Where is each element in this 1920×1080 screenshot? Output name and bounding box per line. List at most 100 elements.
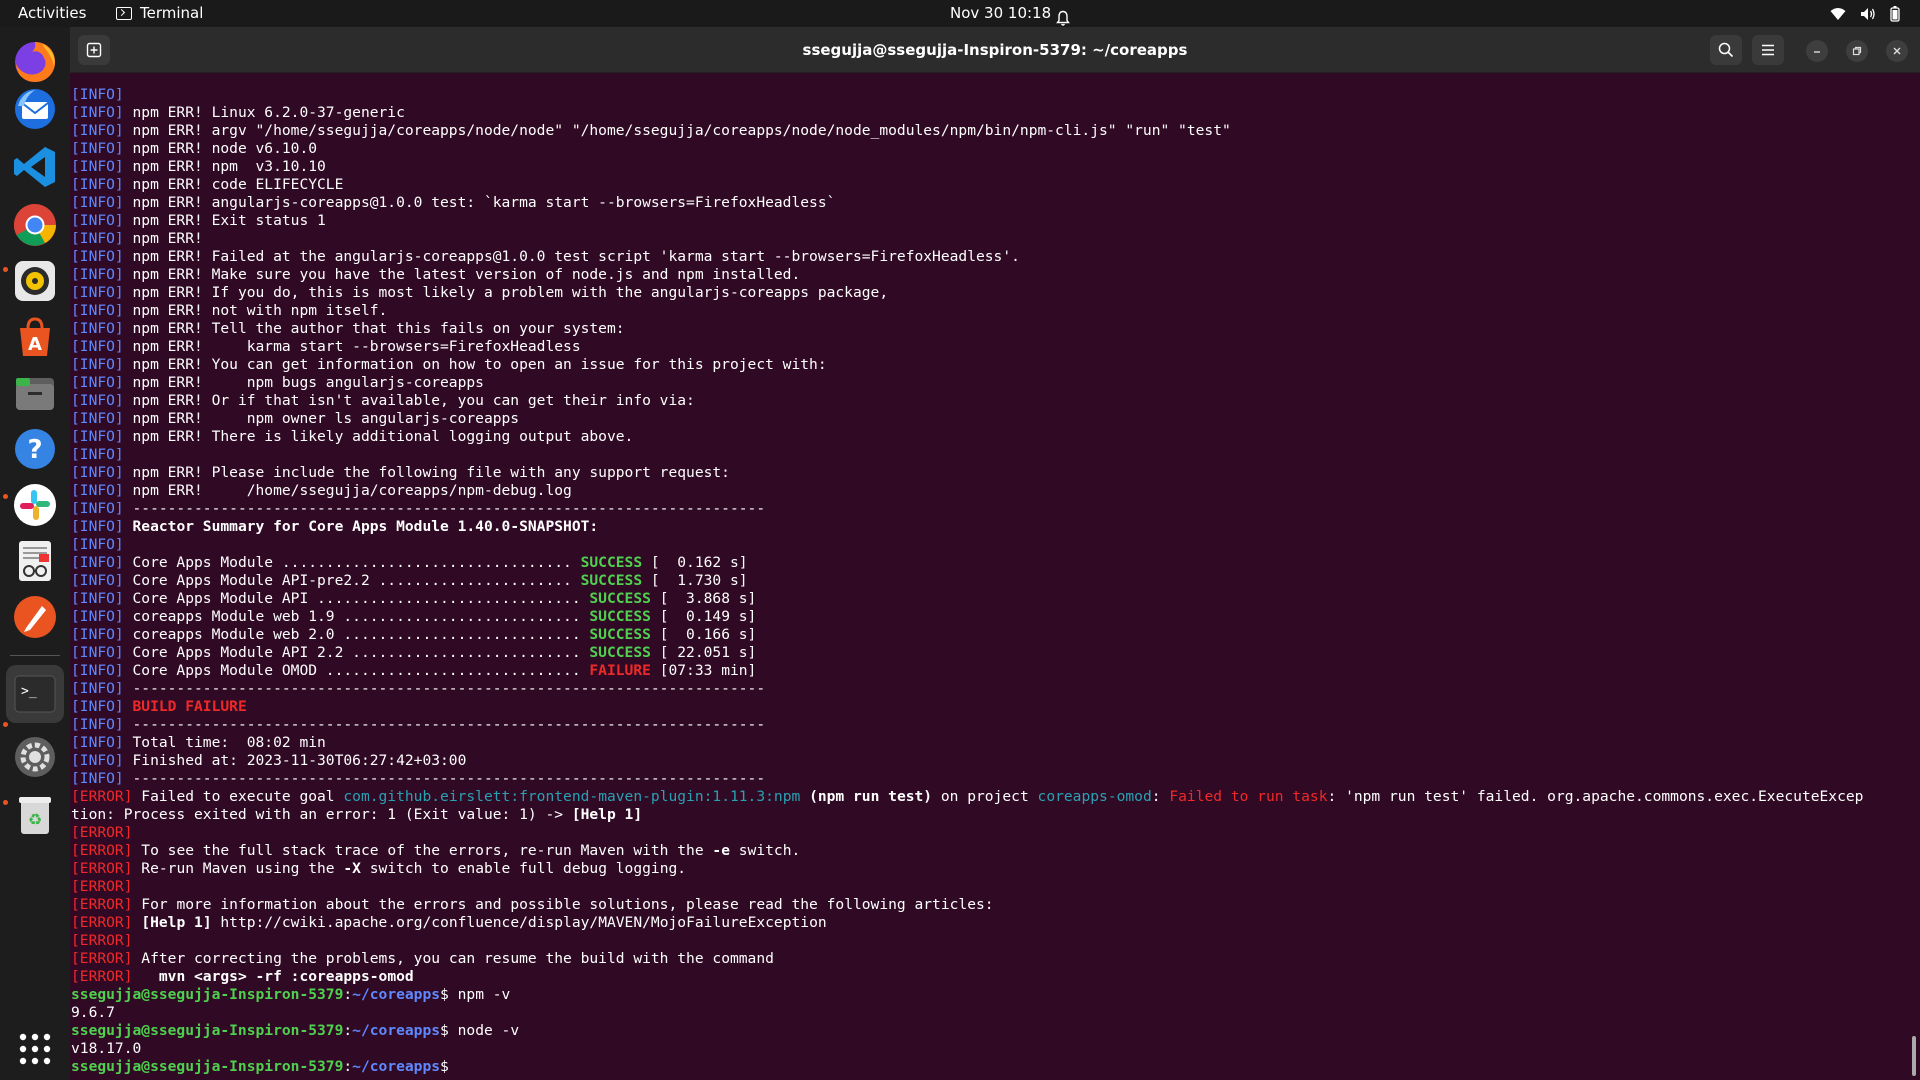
terminal-text-segment: [ERROR] (71, 824, 133, 841)
firefox-icon[interactable] (11, 37, 59, 85)
terminal-line: tion: Process exited with an error: 1 (E… (71, 806, 642, 824)
terminal-text-segment: [INFO] (71, 446, 124, 463)
terminal-text-segment: Re-run Maven using the (132, 860, 344, 877)
inkscape-icon[interactable] (11, 593, 59, 641)
terminal-text-segment: To see the full stack trace of the error… (132, 842, 713, 859)
restore-button[interactable] (1846, 40, 1868, 62)
terminal-icon[interactable]: >_ (6, 665, 64, 723)
wifi-icon (1830, 7, 1846, 20)
terminal-line: [INFO] Core Apps Module API-pre2.2 .....… (71, 572, 748, 590)
terminal-text-segment: [INFO] (71, 86, 124, 103)
files-icon[interactable] (11, 369, 59, 417)
terminal-text-segment: Core Apps Module .......................… (123, 554, 581, 571)
terminal-text-segment: ----------------------------------------… (123, 770, 766, 787)
terminal-text-segment: [INFO] (71, 356, 124, 373)
terminal-text-segment: [Help 1] (141, 914, 212, 931)
terminal-line: [INFO] npm ERR! You can get information … (71, 356, 827, 374)
rhythmbox-icon[interactable] (11, 257, 59, 305)
terminal-text-segment: npm ERR! Exit status 1 (123, 212, 326, 229)
terminal-text-segment: npm ERR! Make sure you have the latest v… (123, 266, 801, 283)
thunderbird-icon[interactable] (11, 85, 59, 133)
terminal-text-segment: npm ERR! angularjs-coreapps@1.0.0 test: … (123, 194, 836, 211)
terminal-text-segment: npm ERR! /home/ssegujja/coreapps/npm-deb… (123, 482, 572, 499)
terminal-text-segment: [ERROR] (71, 932, 133, 949)
terminal-text-segment: Failed to run task (1169, 788, 1328, 805)
chrome-icon[interactable] (11, 201, 59, 249)
terminal-line: [INFO] npm ERR! Failed at the angularjs-… (71, 248, 1020, 266)
terminal-text-segment: switch. (729, 842, 801, 859)
terminal-line: [ERROR] mvn <args> -rf :coreapps-omod (71, 968, 414, 986)
terminal-line: [INFO] npm ERR! (71, 230, 203, 248)
terminal-text-segment: [INFO] (71, 248, 124, 265)
terminal-text-segment: [ 0.162 s] (642, 554, 748, 571)
terminal-text-segment: -X (343, 860, 361, 877)
show-apps-icon[interactable] (11, 1025, 59, 1073)
terminal-text-segment: SUCCESS (589, 608, 651, 625)
terminal-text-segment: npm ERR! There is likely additional logg… (123, 428, 634, 445)
app-center-icon[interactable]: A (11, 313, 59, 361)
terminal-line: [ERROR] To see the full stack trace of t… (71, 842, 800, 860)
terminal-text-segment: ----------------------------------------… (123, 716, 766, 733)
terminal-line: [INFO] npm ERR! node v6.10.0 (71, 140, 317, 158)
terminal-line: [INFO] Finished at: 2023-11-30T06:27:42+… (71, 752, 466, 770)
terminal-text-segment: [ 1.730 s] (642, 572, 748, 589)
terminal-text-segment: [INFO] (71, 644, 124, 661)
terminal-line: [INFO] Core Apps Module API ............… (71, 590, 756, 608)
help-icon[interactable]: ? (11, 425, 59, 473)
terminal-text-segment: [INFO] (71, 194, 124, 211)
terminal-text-segment: npm ERR! Failed at the angularjs-coreapp… (123, 248, 1020, 265)
terminal-line: [INFO] npm ERR! Or if that isn't availab… (71, 392, 695, 410)
terminal-line: v18.17.0 (71, 1040, 141, 1058)
terminal-text-segment: [INFO] (71, 212, 124, 229)
terminal-text-segment: on project (932, 788, 1038, 805)
scrollbar[interactable] (1912, 1036, 1916, 1076)
activities-button[interactable]: Activities (18, 0, 86, 27)
terminal-text-segment: [INFO] (71, 122, 124, 139)
terminal-text-segment: Total time: 08:02 min (123, 734, 326, 751)
terminal-text-segment: Finished at: 2023-11-30T06:27:42+03:00 (123, 752, 467, 769)
terminal-text-segment: coreapps Module web 1.9 ................… (123, 608, 590, 625)
terminal-text-segment: [INFO] (71, 590, 124, 607)
terminal-text-segment: Core Apps Module API 2.2 ...............… (123, 644, 590, 661)
terminal-text-segment: (npm run test) (809, 788, 933, 805)
terminal-text-segment: [INFO] (71, 698, 124, 715)
settings-icon[interactable] (11, 733, 59, 781)
app-menu[interactable]: Terminal (116, 0, 203, 27)
terminal-text-segment: $ (440, 1058, 458, 1075)
header-bar[interactable]: ssegujja@ssegujja-Inspiron-5379: ~/corea… (70, 27, 1920, 73)
document-viewer-icon[interactable] (11, 537, 59, 585)
close-button[interactable] (1886, 40, 1908, 62)
terminal-line: [INFO] ---------------------------------… (71, 716, 765, 734)
terminal-text-segment: npm ERR! npm owner ls angularjs-coreapps (123, 410, 520, 427)
menu-button[interactable] (1752, 35, 1784, 65)
terminal-text-segment: $ node -v (440, 1022, 520, 1039)
terminal-line: [INFO] Total time: 08:02 min (71, 734, 326, 752)
terminal-text-segment: npm ERR! Tell the author that this fails… (123, 320, 625, 337)
terminal-text-segment: [ERROR] (71, 914, 133, 931)
terminal-text-segment: [INFO] (71, 176, 124, 193)
svg-text:>_: >_ (21, 684, 37, 699)
terminal-output[interactable]: [INFO] [INFO] npm ERR! Linux 6.2.0-37-gen… (70, 75, 1920, 1080)
search-button[interactable] (1710, 35, 1742, 65)
battery-icon (1890, 5, 1900, 22)
restore-icon (1852, 46, 1862, 56)
terminal-text-segment: [ERROR] (71, 968, 133, 985)
trash-icon[interactable]: ♻ (11, 791, 59, 839)
system-tray[interactable] (1830, 0, 1900, 27)
vscode-icon[interactable] (11, 143, 59, 191)
terminal-text-segment: [INFO] (71, 374, 124, 391)
terminal-text-segment: npm ERR! not with npm itself. (123, 302, 388, 319)
terminal-text-segment: coreapps Module web 2.0 ................… (123, 626, 590, 643)
terminal-text-segment: [INFO] (71, 554, 124, 571)
terminal-line: [INFO] npm ERR! karma start --browsers=F… (71, 338, 581, 356)
minimize-icon (1814, 51, 1820, 53)
clock[interactable]: Nov 30 10:18 (950, 0, 1051, 27)
terminal-text-segment: [INFO] (71, 752, 124, 769)
terminal-line: [INFO] ---------------------------------… (71, 770, 765, 788)
minimize-button[interactable] (1806, 40, 1828, 62)
terminal-line: 9.6.7 (71, 1004, 115, 1022)
slack-icon[interactable] (11, 481, 59, 529)
terminal-line: [INFO] npm ERR! npm bugs angularjs-corea… (71, 374, 484, 392)
terminal-text-segment: [INFO] (71, 608, 124, 625)
